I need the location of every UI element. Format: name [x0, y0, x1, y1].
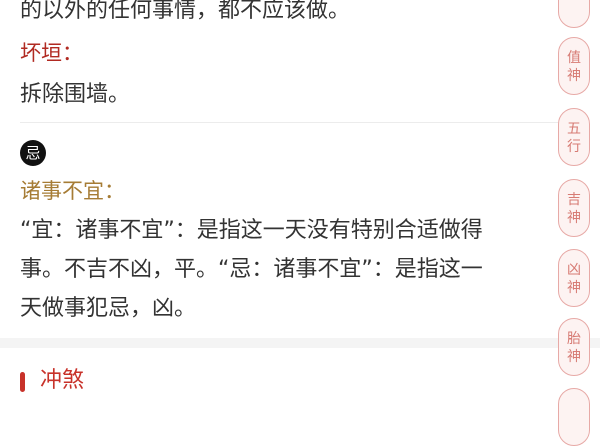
sidenav-item-label: 行: [567, 139, 581, 155]
section-marker-bar: [20, 372, 25, 392]
section-separator: [0, 338, 600, 348]
sidenav-item-label: 值: [567, 50, 581, 66]
item-description-line: 天做事犯忌，凶。: [20, 296, 197, 321]
section-title-chongsha: 冲煞: [40, 368, 85, 393]
item-title-zhushibuyi: 诸事不宜：: [20, 179, 125, 203]
sidenav-item-wuxing[interactable]: 五 行: [558, 108, 590, 166]
item-title-huaiyuan: 坏垣：: [20, 41, 83, 65]
side-nav: 煞 值 神 五 行 吉 神 凶 神 胎 神: [558, 0, 592, 446]
sidenav-item-label: 吉: [567, 192, 581, 208]
sidenav-item-partial[interactable]: [558, 388, 590, 446]
divider: [20, 122, 570, 123]
sidenav-item-label: 神: [567, 210, 581, 226]
sidenav-item-sha[interactable]: 煞: [558, 0, 590, 28]
partial-description-line: 的以外的任何事情，都不应该做。: [20, 0, 351, 23]
sidenav-item-label: 神: [567, 68, 581, 84]
sidenav-item-label: 凶: [567, 262, 581, 278]
almanac-content: 的以外的任何事情，都不应该做。 坏垣： 拆除围墙。 忌 诸事不宜： “宜：诸事不…: [0, 0, 600, 400]
sidenav-item-label: 神: [567, 280, 581, 296]
sidenav-item-label: 五: [567, 121, 581, 137]
sidenav-item-zhishen[interactable]: 值 神: [558, 37, 590, 95]
sidenav-item-xiongshen[interactable]: 凶 神: [558, 249, 590, 307]
ji-icon: 忌: [20, 140, 46, 166]
sidenav-item-jishen[interactable]: 吉 神: [558, 179, 590, 237]
item-description-line: “宜：诸事不宜”：是指这一天没有特别合适做得: [20, 218, 483, 243]
sidenav-item-taishen[interactable]: 胎 神: [558, 318, 590, 376]
sidenav-item-label: 神: [567, 349, 581, 365]
item-description-line: 事。不吉不凶，平。“忌：诸事不宜”：是指这一: [20, 257, 483, 282]
item-description-huaiyuan: 拆除围墙。: [20, 82, 131, 107]
sidenav-item-label: 胎: [567, 331, 581, 347]
